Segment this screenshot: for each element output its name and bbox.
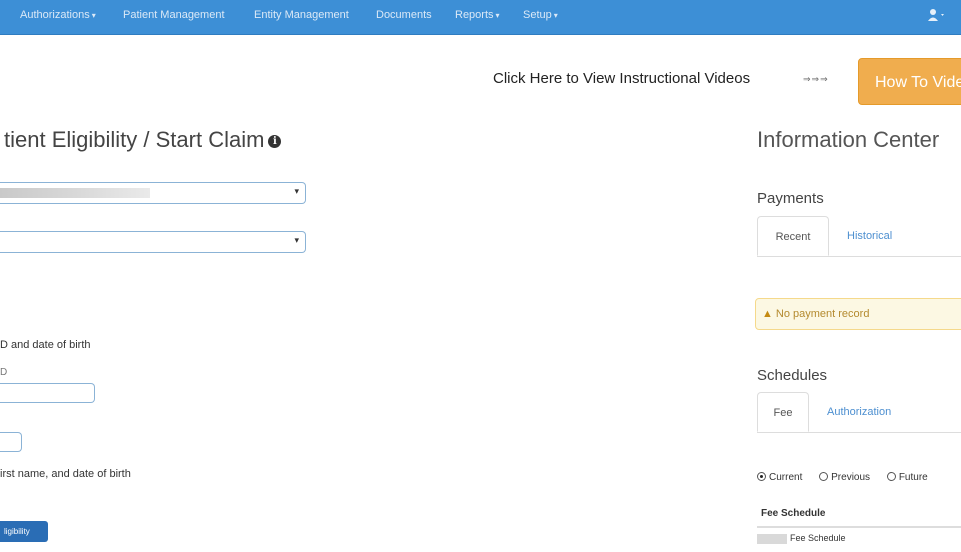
warning-icon: ▲ xyxy=(762,308,773,320)
caret-down-icon: ▾ xyxy=(553,11,558,20)
schedules-tabs: Fee Authorization xyxy=(757,392,961,433)
info-icon[interactable]: i xyxy=(268,134,282,148)
arrows-icon: ⇒⇒⇒ xyxy=(803,74,829,84)
nav-setup[interactable]: Setup ▾ xyxy=(523,9,558,21)
tab-fee[interactable]: Fee xyxy=(757,392,809,432)
how-to-videos-button[interactable]: How To Videos xyxy=(858,58,961,105)
id-label: D xyxy=(0,367,8,378)
radio-checked-icon xyxy=(757,472,766,481)
radio-unchecked-icon xyxy=(819,472,829,481)
redacted-value xyxy=(0,188,150,198)
table-row[interactable]: Fee Schedule xyxy=(757,533,846,544)
top-navbar: Authorizations ▾ Patient Management Entit… xyxy=(0,0,961,35)
no-payment-alert: ▲ No payment record xyxy=(755,298,961,330)
nav-reports[interactable]: Reports ▾ xyxy=(455,9,500,21)
tab-historical[interactable]: Historical xyxy=(847,216,892,256)
radio-current[interactable]: Current xyxy=(757,472,802,483)
information-center-title: Information Center xyxy=(757,127,940,152)
tab-authorization[interactable]: Authorization xyxy=(827,392,891,432)
name-dob-option-label: irst name, and date of birth xyxy=(0,468,131,480)
fee-schedule-header: Fee Schedule xyxy=(757,500,961,528)
payments-tabs: Recent Historical xyxy=(757,216,961,257)
id-dob-option-label: D and date of birth xyxy=(0,339,91,351)
instructional-videos-link[interactable]: Click Here to View Instructional Videos xyxy=(493,70,750,87)
user-icon[interactable] xyxy=(927,8,947,25)
payer-select[interactable]: ▾ xyxy=(0,182,306,204)
tab-recent[interactable]: Recent xyxy=(757,216,829,256)
schedules-title: Schedules xyxy=(757,367,828,384)
redacted-value xyxy=(757,533,787,544)
provider-select[interactable]: ▾ xyxy=(0,231,306,253)
caret-down-icon: ▾ xyxy=(91,11,96,20)
schedule-period-radios: Current Previous Future xyxy=(757,472,942,483)
radio-unchecked-icon xyxy=(886,472,896,481)
caret-down-icon: ▾ xyxy=(495,11,500,20)
check-eligibility-button[interactable]: ligibility xyxy=(0,521,48,542)
patient-id-input[interactable] xyxy=(0,383,95,403)
chevron-down-icon: ▾ xyxy=(294,186,299,196)
payments-title: Payments xyxy=(757,190,824,207)
page-title: tient Eligibility / Start Claim i xyxy=(4,127,282,153)
dob-input[interactable] xyxy=(0,432,22,452)
nav-patient-management[interactable]: Patient Management xyxy=(123,9,225,21)
nav-entity-management[interactable]: Entity Management xyxy=(254,9,349,21)
radio-future[interactable]: Future xyxy=(886,472,928,483)
nav-authorizations[interactable]: Authorizations ▾ xyxy=(20,9,96,21)
nav-documents[interactable]: Documents xyxy=(376,9,432,21)
chevron-down-icon: ▾ xyxy=(294,235,299,245)
radio-previous[interactable]: Previous xyxy=(819,472,870,483)
